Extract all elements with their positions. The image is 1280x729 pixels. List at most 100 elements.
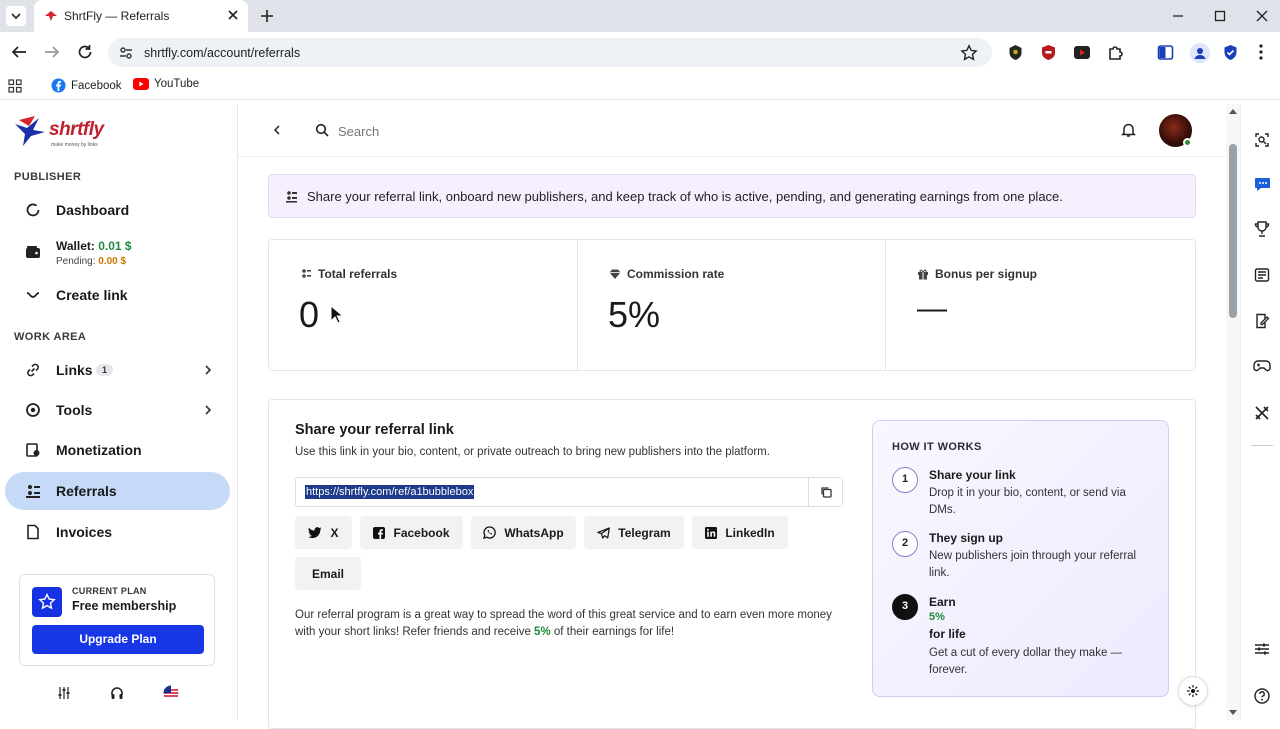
copy-link-button[interactable] [808, 478, 842, 506]
main-content: Share your referral link, onboard new pu… [238, 104, 1226, 729]
referral-link-text[interactable]: https://shrtfly.com/ref/a1bubblebox [305, 485, 475, 499]
shrtfly-favicon-icon [44, 9, 58, 23]
share-email-button[interactable]: Email [295, 557, 361, 590]
share-linkedin-button[interactable]: LinkedIn [692, 516, 788, 549]
lens-search-button[interactable] [1254, 132, 1270, 148]
plan-kicker: CURRENT PLAN [72, 586, 147, 596]
shrtfly-logo[interactable]: shrtfly make money by links [13, 114, 113, 148]
sidebar-item-referrals[interactable]: Referrals [5, 472, 230, 510]
search-page-icon [1255, 133, 1269, 147]
games-button[interactable] [1253, 359, 1271, 373]
step-title: Earn [929, 595, 956, 609]
sidebar-item-tools[interactable]: Tools [5, 391, 230, 429]
pending-row: Pending: 0.00 $ [56, 256, 126, 267]
side-panel-button[interactable] [1157, 44, 1174, 61]
bookmark-youtube[interactable]: YouTube [133, 78, 199, 90]
close-window-button[interactable] [1254, 8, 1270, 24]
profile-button[interactable] [1190, 43, 1210, 63]
tab-close-button[interactable] [226, 8, 240, 22]
extensions-menu-button[interactable] [1107, 43, 1125, 61]
back-button[interactable] [10, 44, 28, 60]
share-button-label: Telegram [618, 525, 671, 540]
bookmark-star-button[interactable] [960, 44, 978, 62]
notes-button[interactable] [1254, 313, 1270, 329]
sidebar-item-links[interactable]: Links 1 [5, 351, 230, 389]
forward-button[interactable] [43, 44, 61, 60]
linkedin-icon [705, 526, 718, 539]
chat-icon [1255, 178, 1270, 191]
referrals-icon [26, 485, 40, 498]
how-it-works-title: HOW IT WORKS [892, 441, 982, 453]
chat-extension-button[interactable] [1254, 176, 1272, 192]
language-selector[interactable] [163, 685, 179, 701]
reload-button[interactable] [76, 43, 94, 61]
top-bar [238, 104, 1226, 157]
share-subtitle: Use this link in your bio, content, or p… [295, 446, 770, 458]
theme-toggle-button[interactable] [1178, 676, 1208, 706]
sidebar-item-label: Links [56, 362, 93, 378]
facebook-icon [373, 526, 386, 539]
apps-button[interactable] [8, 79, 22, 93]
sidebar-item-dashboard[interactable]: Dashboard [5, 191, 230, 229]
us-flag-icon [163, 685, 179, 701]
step-title-suffix: for life [929, 627, 966, 641]
trophy-button[interactable] [1254, 221, 1270, 237]
sidebar-item-invoices[interactable]: Invoices [5, 513, 230, 551]
customize-rail-button[interactable] [1254, 641, 1270, 657]
share-whatsapp-button[interactable]: WhatsApp [471, 516, 576, 549]
url-text[interactable]: shrtfly.com/account/referrals [144, 46, 300, 60]
share-facebook-button[interactable]: Facebook [360, 516, 463, 549]
step-rate: 5% [929, 611, 945, 623]
extension-3-button[interactable] [1073, 44, 1091, 61]
search-input[interactable] [338, 120, 738, 142]
settings-sliders-button[interactable] [57, 686, 71, 700]
upgrade-plan-button[interactable]: Upgrade Plan [32, 625, 204, 654]
news-button[interactable] [1254, 267, 1270, 283]
stat-total-referrals: Total referrals 0 [269, 240, 578, 370]
sidebar-item-create-link[interactable]: Create link [5, 276, 230, 314]
browser-menu-button[interactable] [1257, 43, 1265, 61]
help-button[interactable] [1254, 688, 1270, 704]
sliders-icon [58, 687, 70, 699]
notifications-button[interactable] [1121, 122, 1136, 138]
bookmark-facebook-label: Facebook [71, 79, 122, 92]
extension-1-button[interactable] [1007, 44, 1024, 61]
referral-link-field[interactable]: https://shrtfly.com/ref/a1bubblebox [295, 477, 843, 507]
browser-tab-active[interactable]: ShrtFly — Referrals [34, 0, 248, 32]
copy-icon [821, 487, 832, 498]
scrollbar-thumb[interactable] [1229, 144, 1237, 318]
page-scrollbar[interactable] [1226, 104, 1240, 720]
sliders-icon [1255, 643, 1269, 655]
bookmark-facebook[interactable]: Facebook [51, 78, 122, 93]
share-title: Share your referral link [295, 422, 454, 438]
tools-button[interactable] [1254, 405, 1270, 421]
users-icon [302, 269, 311, 278]
collapse-sidebar-button[interactable] [273, 124, 281, 136]
support-button[interactable] [110, 686, 124, 700]
sidebar-item-label: Invoices [56, 524, 113, 540]
sidebar-item-monetization[interactable]: Monetization [5, 431, 230, 469]
step-number-3: 3 [892, 594, 918, 620]
wallet-icon [26, 246, 40, 258]
share-x-button[interactable]: X [295, 516, 352, 549]
vpn-extension-button[interactable] [1222, 44, 1239, 61]
minimize-window-button[interactable] [1170, 8, 1186, 24]
links-count-badge: 1 [96, 364, 114, 376]
bell-icon [1121, 123, 1136, 137]
sidebar-wallet[interactable]: Wallet: 0.01 $ Pending: 0.00 $ [5, 232, 230, 274]
site-info-icon[interactable] [118, 45, 134, 61]
new-tab-button[interactable] [259, 8, 275, 24]
plus-icon [261, 10, 273, 22]
maximize-window-button[interactable] [1212, 8, 1228, 24]
tab-search-button[interactable] [6, 6, 26, 26]
address-bar[interactable]: shrtfly.com/account/referrals [108, 38, 992, 67]
extension-2-button[interactable] [1040, 44, 1057, 61]
avatar[interactable] [1159, 114, 1192, 147]
mouse-cursor-icon [330, 305, 344, 324]
facebook-icon [51, 78, 66, 93]
whatsapp-icon [483, 526, 497, 539]
chevron-down-icon [11, 13, 21, 20]
chevron-left-icon [273, 125, 280, 135]
diamond-icon [609, 269, 621, 279]
share-telegram-button[interactable]: Telegram [584, 516, 684, 549]
